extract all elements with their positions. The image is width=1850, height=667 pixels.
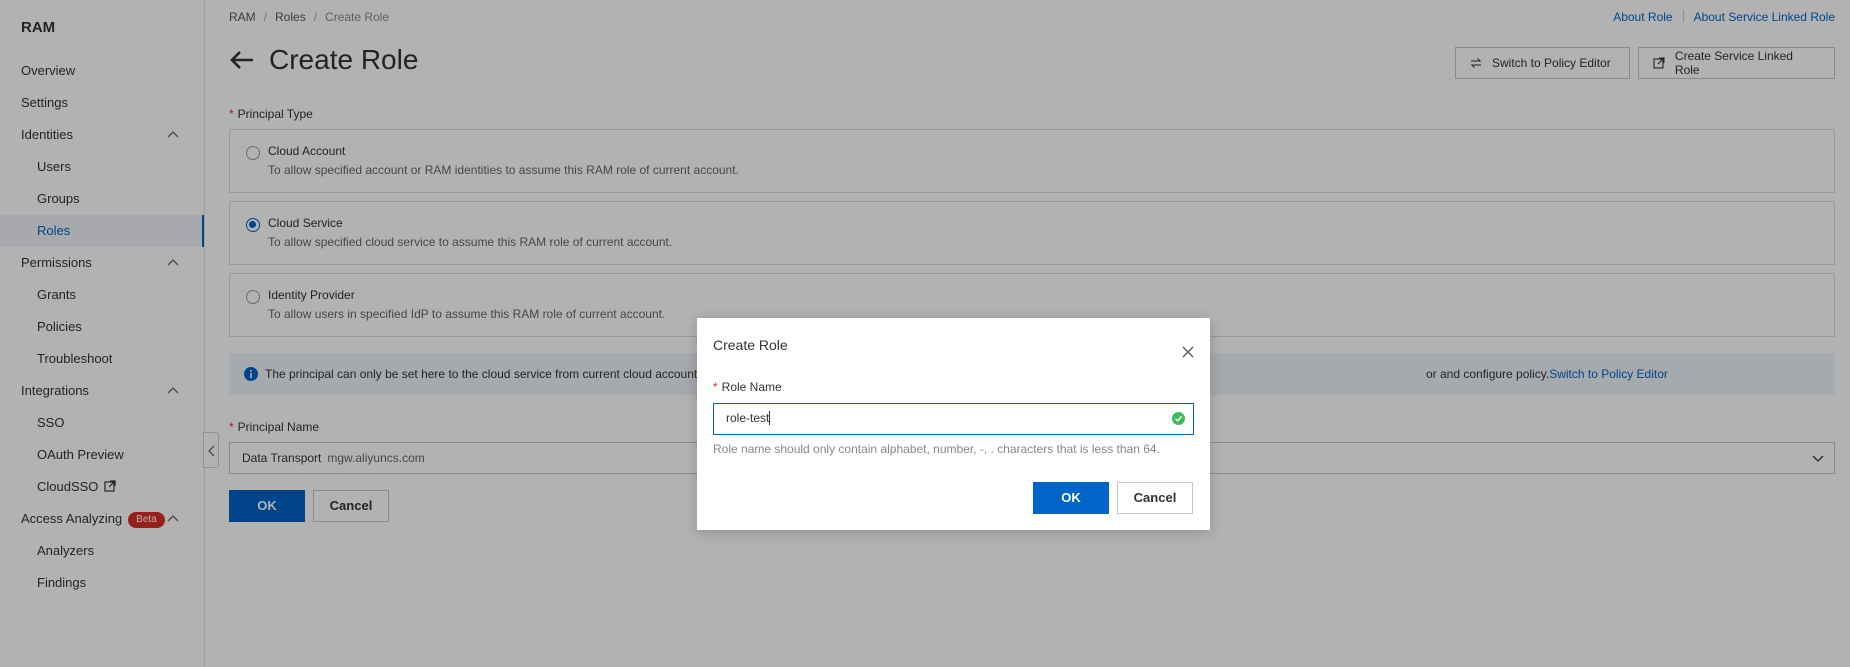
role-name-input[interactable]: role-test: [713, 403, 1194, 435]
close-icon[interactable]: [1182, 346, 1194, 358]
dialog-ok-button[interactable]: OK: [1033, 482, 1109, 514]
check-circle-icon: [1172, 412, 1185, 425]
dialog-title: Create Role: [713, 337, 788, 353]
create-role-dialog: Create Role * Role Name role-test Role na…: [697, 318, 1210, 530]
input-value: role-test: [726, 411, 770, 425]
dialog-cancel-button[interactable]: Cancel: [1117, 482, 1193, 514]
role-name-help: Role name should only contain alphabet, …: [713, 442, 1160, 456]
role-name-label: * Role Name: [713, 380, 782, 394]
